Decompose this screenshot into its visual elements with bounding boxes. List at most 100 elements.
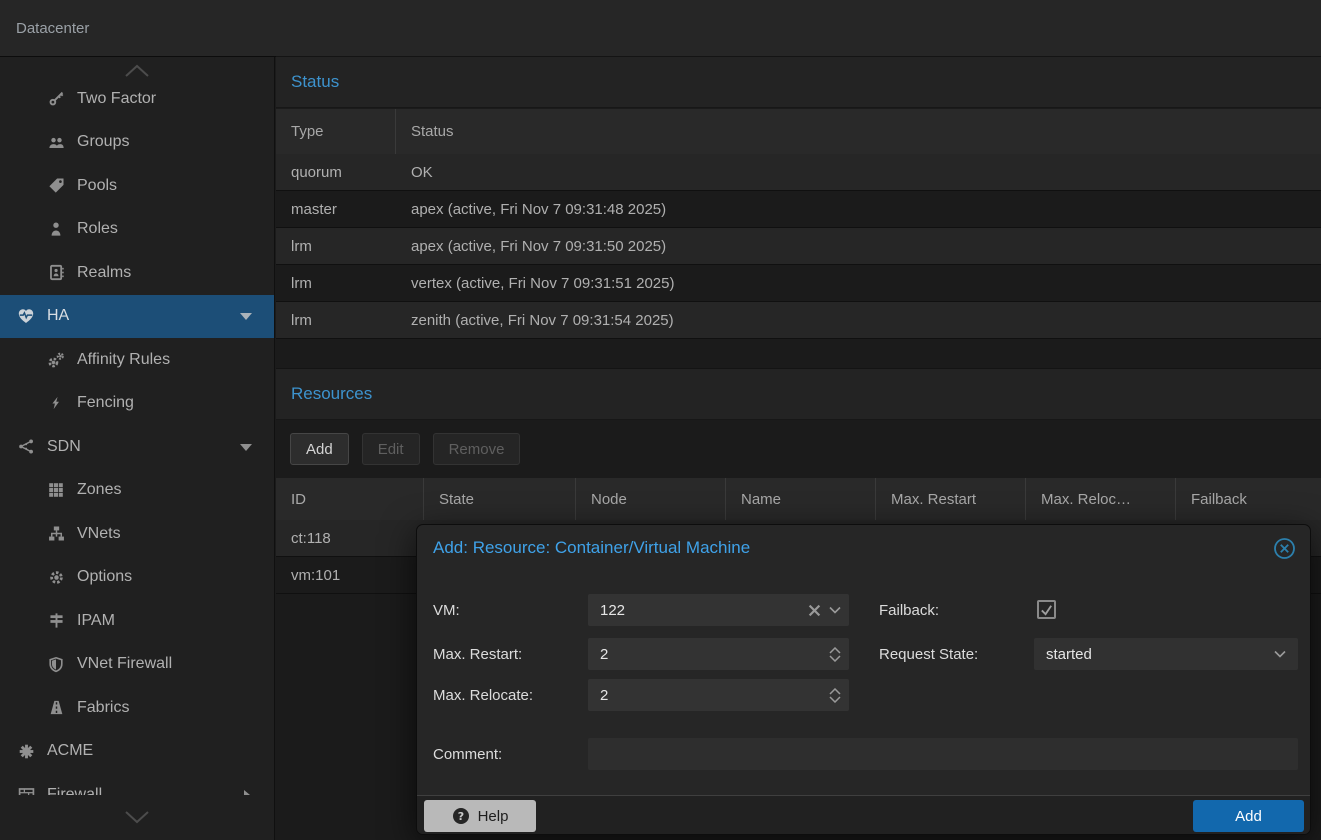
status-table-header: Type Status — [276, 109, 1321, 154]
chevron-down-icon[interactable] — [829, 606, 841, 614]
column-header-failback[interactable]: Failback — [1176, 478, 1321, 520]
sidebar-item-zones[interactable]: Zones — [0, 469, 274, 513]
table-row[interactable]: lrm apex (active, Fri Nov 7 09:31:50 202… — [276, 228, 1321, 265]
request-state-value: started — [1046, 646, 1092, 663]
max-relocate-input[interactable] — [600, 679, 849, 711]
sidebar-scroll-up-button[interactable] — [0, 57, 274, 77]
sidebar-item-label: Fabrics — [77, 699, 129, 717]
column-header-node[interactable]: Node — [576, 478, 726, 520]
column-header-max-restart[interactable]: Max. Restart — [876, 478, 1026, 520]
request-state-label: Request State: — [879, 638, 978, 670]
column-header-max-relocate[interactable]: Max. Reloc… — [1026, 478, 1176, 520]
sidebar-item-vnets[interactable]: VNets — [0, 512, 274, 556]
resources-toolbar: Add Edit Remove — [276, 420, 1321, 478]
resources-table-header: ID State Node Name Max. Restart Max. Rel… — [276, 478, 1321, 520]
sidebar-item-fabrics[interactable]: Fabrics — [0, 686, 274, 730]
grid-icon — [44, 481, 68, 499]
sidebar-item-sdn[interactable]: SDN — [0, 425, 274, 469]
sidebar-item-groups[interactable]: Groups — [0, 121, 274, 165]
svg-text:?: ? — [457, 810, 463, 823]
request-state-select[interactable]: started — [1034, 638, 1298, 670]
sidebar-item-label: Roles — [77, 220, 118, 238]
clear-icon[interactable] — [808, 604, 821, 617]
table-row[interactable]: lrm zenith (active, Fri Nov 7 09:31:54 2… — [276, 302, 1321, 339]
sidebar-item-label: VNets — [77, 525, 121, 543]
spinner-down-icon[interactable] — [829, 655, 841, 662]
users-icon — [44, 133, 68, 151]
sidebar-item-fencing[interactable]: Fencing — [0, 382, 274, 426]
column-header-id[interactable]: ID — [276, 478, 424, 520]
spinner-up-icon[interactable] — [829, 647, 841, 654]
column-header-name[interactable]: Name — [726, 478, 876, 520]
help-button[interactable]: ? Help — [424, 800, 536, 832]
chevron-down-icon[interactable] — [240, 444, 252, 451]
sidebar-item-label: Pools — [77, 177, 117, 195]
sidebar-item-affinity-rules[interactable]: Affinity Rules — [0, 338, 274, 382]
certificate-icon — [14, 742, 38, 760]
sidebar-item-label: Options — [77, 568, 132, 586]
remove-button: Remove — [433, 433, 521, 465]
chevron-down-icon[interactable] — [240, 313, 252, 320]
road-icon — [44, 699, 68, 717]
dialog-title: Add: Resource: Container/Virtual Machine — [433, 538, 1272, 558]
chevron-down-icon — [124, 811, 150, 824]
sidebar-item-ha[interactable]: HA — [0, 295, 274, 339]
max-relocate-stepper[interactable] — [588, 679, 849, 711]
max-relocate-label: Max. Relocate: — [433, 679, 533, 711]
sidebar-item-label: Fencing — [77, 394, 134, 412]
sidebar-item-ipam[interactable]: IPAM — [0, 599, 274, 643]
status-panel-title: Status — [291, 72, 339, 92]
sidebar-item-pools[interactable]: Pools — [0, 164, 274, 208]
sidebar-item-two-factor[interactable]: Two Factor — [0, 77, 274, 121]
question-circle-icon: ? — [452, 807, 470, 825]
sidebar-item-roles[interactable]: Roles — [0, 208, 274, 252]
dialog-add-button[interactable]: Add — [1193, 800, 1304, 832]
sidebar-item-label: HA — [47, 307, 69, 325]
table-row[interactable]: master apex (active, Fri Nov 7 09:31:48 … — [276, 191, 1321, 228]
sidebar-item-label: IPAM — [77, 612, 115, 630]
cell-status: zenith (active, Fri Nov 7 09:31:54 2025) — [396, 302, 1321, 338]
dialog-header[interactable]: Add: Resource: Container/Virtual Machine — [417, 525, 1310, 571]
failback-checkbox[interactable] — [1037, 600, 1056, 619]
sidebar-item-vnet-firewall[interactable]: VNet Firewall — [0, 643, 274, 687]
spinner-down-icon[interactable] — [829, 696, 841, 703]
add-button[interactable]: Add — [290, 433, 349, 465]
sidebar-item-label: Realms — [77, 264, 131, 282]
dialog-footer: ? Help Add — [417, 795, 1310, 834]
page-title: Datacenter — [16, 20, 89, 37]
resources-panel-title: Resources — [291, 384, 372, 404]
network-nodes-icon — [14, 438, 38, 456]
cell-type: quorum — [276, 154, 396, 190]
bolt-icon — [44, 394, 68, 412]
max-restart-label: Max. Restart: — [433, 638, 522, 670]
close-icon[interactable] — [1272, 536, 1296, 560]
sidebar-item-label: Groups — [77, 133, 129, 151]
table-row[interactable]: quorum OK — [276, 154, 1321, 191]
sidebar-item-options[interactable]: Options — [0, 556, 274, 600]
sidebar-item-realms[interactable]: Realms — [0, 251, 274, 295]
max-restart-stepper[interactable] — [588, 638, 849, 670]
key-icon — [44, 90, 68, 108]
column-header-state[interactable]: State — [424, 478, 576, 520]
cell-status: apex (active, Fri Nov 7 09:31:48 2025) — [396, 191, 1321, 227]
max-restart-input[interactable] — [600, 638, 849, 670]
comment-input[interactable] — [600, 738, 1298, 770]
sidebar-item-label: Zones — [77, 481, 121, 499]
cell-type: lrm — [276, 228, 396, 264]
sidebar-item-label: VNet Firewall — [77, 655, 172, 673]
table-row[interactable]: lrm vertex (active, Fri Nov 7 09:31:51 2… — [276, 265, 1321, 302]
column-header-type[interactable]: Type — [276, 109, 396, 154]
gear-icon — [44, 568, 68, 586]
chevron-down-icon[interactable] — [1274, 650, 1286, 658]
sidebar-item-acme[interactable]: ACME — [0, 730, 274, 774]
comment-field[interactable] — [588, 738, 1298, 770]
signpost-icon — [44, 612, 68, 630]
sidebar-scroll-down-button[interactable] — [0, 795, 273, 840]
spinner-up-icon[interactable] — [829, 688, 841, 695]
vm-combobox[interactable] — [588, 594, 849, 626]
cell-type: master — [276, 191, 396, 227]
chevron-up-icon — [124, 64, 150, 77]
sidebar-item-label: Affinity Rules — [77, 351, 170, 369]
column-header-status[interactable]: Status — [396, 109, 1321, 154]
status-panel-header: Status — [276, 56, 1321, 108]
